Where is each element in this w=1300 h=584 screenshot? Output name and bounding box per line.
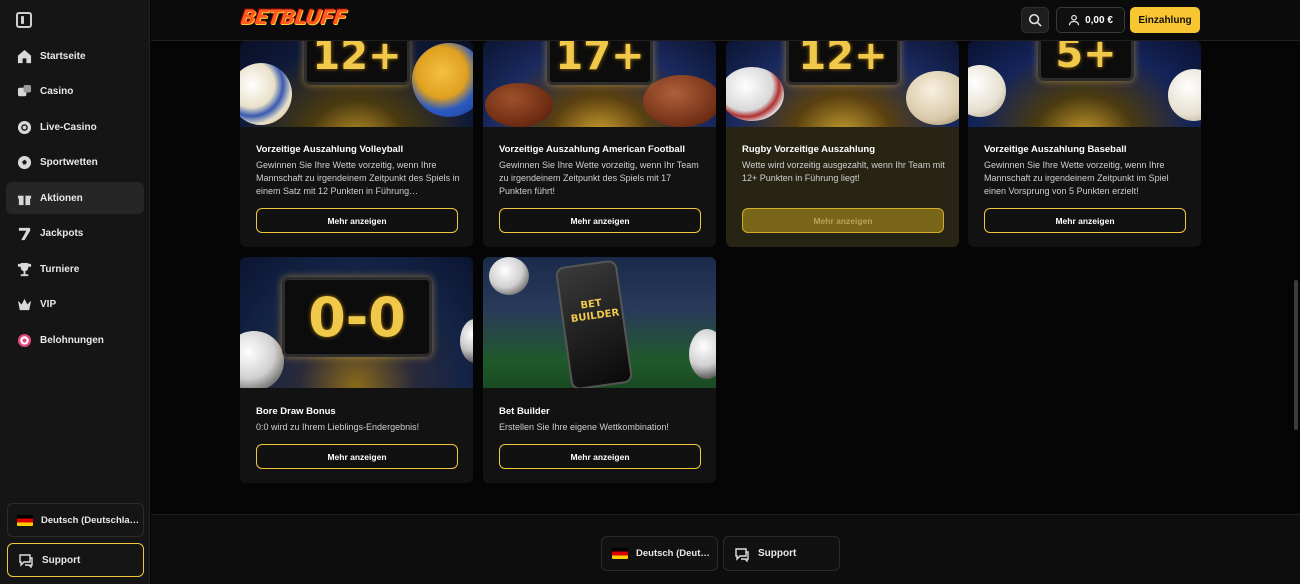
support-button[interactable]: Support	[7, 543, 144, 577]
chat-icon	[18, 552, 34, 568]
promo-title: Vorzeitige Auszahlung Volleyball	[256, 144, 404, 155]
more-button[interactable]: Mehr anzeigen	[499, 208, 701, 233]
seven-icon	[16, 226, 32, 242]
trophy-icon	[16, 261, 32, 277]
footer: Deutsch (Deut… Support	[151, 514, 1300, 584]
sidebar-item-turniere[interactable]: Turniere	[6, 253, 144, 285]
promo-title: Bet Builder	[499, 406, 550, 417]
promo-image-american-football: 17+	[483, 41, 716, 127]
promo-title: Vorzeitige Auszahlung American Football	[499, 144, 685, 155]
promo-score-volleyball: 12+	[312, 41, 402, 79]
footer-support-button[interactable]: Support	[723, 536, 840, 571]
promo-image-bet-builder: BET BUILDER	[483, 257, 716, 388]
promo-image-bore-draw: 0-0	[240, 257, 473, 388]
promo-description: Gewinnen Sie Ihre Wette vorzeitig, wenn …	[984, 160, 1169, 196]
promo-score-bore-draw: 0-0	[308, 285, 406, 349]
promo-description: Gewinnen Sie Ihre Wette vorzeitig, wenn …	[499, 160, 699, 196]
search-button[interactable]	[1021, 7, 1049, 33]
sidebar-nav: Startseite Casino Live-Casino Sportwette…	[6, 40, 144, 360]
promo-title: Vorzeitige Auszahlung Baseball	[984, 144, 1127, 155]
promo-card-bore-draw: 0-0 Bore Draw Bonus 0:0 wird zu Ihrem Li…	[240, 257, 473, 483]
promo-card-american-football: 17+ Vorzeitige Auszahlung American Footb…	[483, 41, 716, 247]
target-icon	[16, 332, 32, 348]
promo-card-rugby: 12+ Rugby Vorzeitige Auszahlung Wette wi…	[726, 41, 959, 247]
sidebar-item-label: Aktionen	[40, 192, 83, 204]
promo-description: Wette wird vorzeitig ausgezahlt, wenn Ih…	[742, 160, 945, 183]
sidebar-item-aktionen[interactable]: Aktionen	[6, 182, 144, 214]
crown-icon	[16, 297, 32, 313]
promo-description: Gewinnen Sie Ihre Wette vorzeitig, wenn …	[256, 160, 460, 196]
sidebar-item-casino[interactable]: Casino	[6, 76, 144, 108]
sidebar-item-label: Casino	[40, 86, 74, 97]
sidebar: Startseite Casino Live-Casino Sportwette…	[0, 0, 150, 584]
promo-image-rugby: 12+	[726, 41, 959, 127]
promo-title: Rugby Vorzeitige Auszahlung	[742, 144, 876, 155]
footer-support-label: Support	[758, 548, 797, 559]
support-label: Support	[42, 554, 81, 566]
sidebar-toggle-icon[interactable]	[16, 12, 32, 28]
footer-language-selector[interactable]: Deutsch (Deut…	[601, 536, 718, 571]
promo-score-american-football: 17+	[555, 41, 645, 79]
promo-score-baseball: 5+	[1055, 41, 1117, 77]
search-icon	[1028, 13, 1042, 27]
balance-button[interactable]: 0,00 €	[1056, 7, 1125, 33]
gift-icon	[16, 190, 32, 206]
sidebar-item-label: Live-Casino	[40, 121, 97, 133]
language-label: Deutsch (Deutschla…	[41, 514, 140, 526]
phone-text: BET BUILDER	[570, 297, 620, 326]
balance-amount: 0,00 €	[1085, 14, 1113, 26]
home-icon	[16, 48, 32, 64]
deposit-button[interactable]: Einzahlung	[1130, 7, 1200, 33]
dice-icon	[16, 84, 32, 100]
sidebar-item-label: VIP	[40, 299, 57, 310]
sidebar-item-label: Belohnungen	[40, 334, 104, 346]
promo-title: Bore Draw Bonus	[256, 406, 336, 417]
more-button[interactable]: Mehr anzeigen	[256, 208, 458, 233]
promo-image-baseball: 5+	[968, 41, 1201, 127]
brand-logo[interactable]: BETBLUFF	[239, 5, 347, 29]
sidebar-item-startseite[interactable]: Startseite	[6, 40, 144, 72]
more-button[interactable]: Mehr anzeigen	[256, 444, 458, 469]
sidebar-item-sportwetten[interactable]: Sportwetten	[6, 147, 144, 179]
promo-description: Erstellen Sie Ihre eigene Wettkombinatio…	[499, 422, 669, 432]
promo-description: 0:0 wird zu Ihrem Lieblings-Endergebnis!	[256, 422, 420, 432]
sidebar-item-live-casino[interactable]: Live-Casino	[6, 111, 144, 143]
sidebar-item-label: Sportwetten	[40, 157, 98, 168]
promo-card-bet-builder: BET BUILDER Bet Builder Erstellen Sie Ih…	[483, 257, 716, 483]
soccer-ball-icon	[16, 155, 32, 171]
germany-flag-icon	[612, 548, 628, 559]
user-icon	[1068, 14, 1085, 26]
more-button[interactable]: Mehr anzeigen	[742, 208, 944, 233]
chat-icon	[734, 546, 750, 562]
sidebar-item-belohnungen[interactable]: Belohnungen	[6, 324, 144, 356]
sidebar-item-label: Turniere	[40, 263, 80, 275]
language-selector[interactable]: Deutsch (Deutschla…	[7, 503, 144, 537]
more-button[interactable]: Mehr anzeigen	[984, 208, 1186, 233]
top-header: BETBLUFF 0,00 € Einzahlung	[151, 0, 1300, 41]
page-scrollbar[interactable]	[1294, 280, 1298, 430]
sidebar-item-vip[interactable]: VIP	[6, 289, 144, 321]
promo-card-baseball: 5+ Vorzeitige Auszahlung Baseball Gewinn…	[968, 41, 1201, 247]
chip-icon	[16, 119, 32, 135]
sidebar-item-label: Startseite	[40, 50, 86, 62]
sidebar-item-label: Jackpots	[40, 228, 84, 239]
germany-flag-icon	[17, 514, 33, 526]
promo-image-volleyball: 12+	[240, 41, 473, 127]
promo-score-rugby: 12+	[798, 41, 888, 79]
promo-card-volleyball: 12+ Vorzeitige Auszahlung Volleyball Gew…	[240, 41, 473, 247]
sidebar-item-jackpots[interactable]: Jackpots	[6, 218, 144, 250]
footer-language-label: Deutsch (Deut…	[636, 548, 710, 559]
more-button[interactable]: Mehr anzeigen	[499, 444, 701, 469]
phone-graphic: BET BUILDER	[554, 259, 634, 388]
